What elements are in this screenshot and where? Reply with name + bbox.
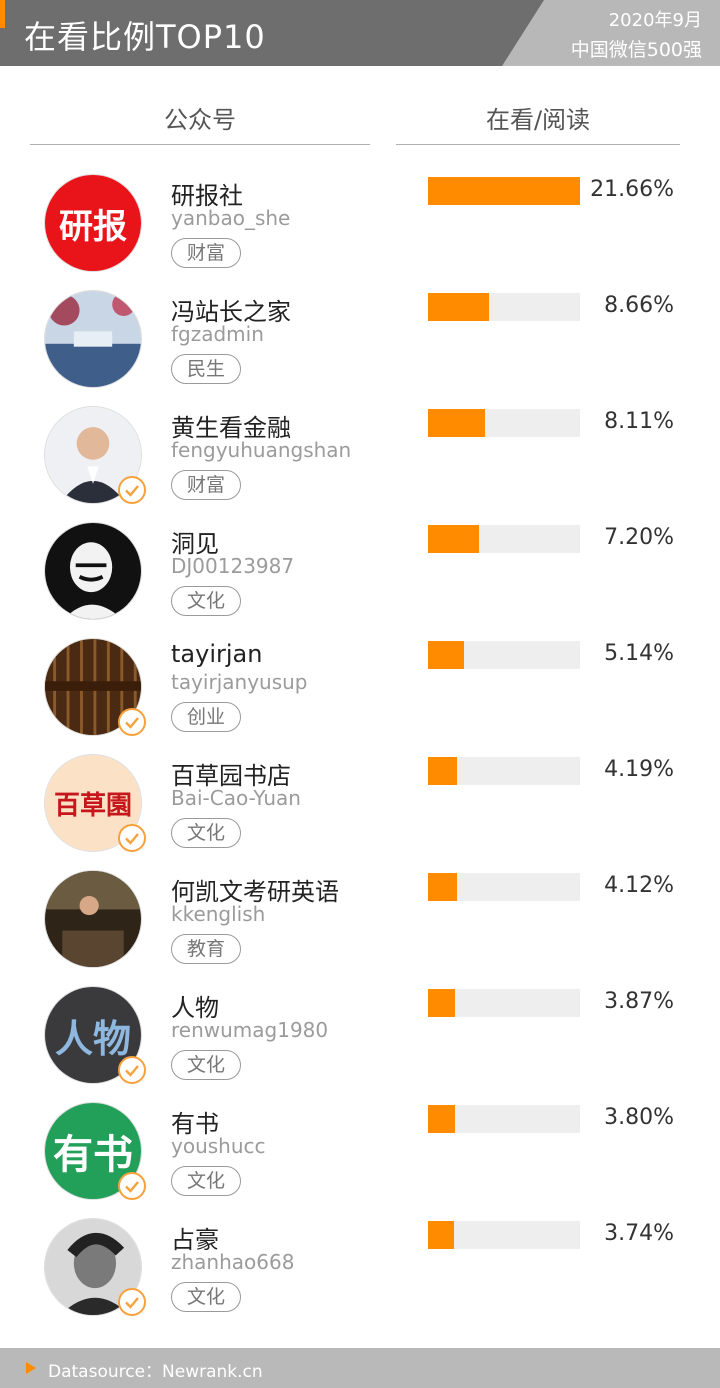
table-row: 有书 有书 youshucc 文化 3.80%	[0, 1100, 720, 1216]
lecture-photo-avatar-icon	[44, 870, 142, 968]
header-subtitle: 中国微信500强	[570, 39, 702, 61]
bar-track	[428, 757, 580, 785]
verified-check-icon	[118, 708, 146, 736]
bar-track	[428, 293, 580, 321]
page-title: 在看比例TOP10	[24, 18, 266, 56]
header-date: 2020年9月	[608, 10, 702, 31]
column-header-metric: 在看/阅读	[396, 100, 680, 145]
category-tag: 文化	[171, 1166, 241, 1196]
verified-check-icon	[118, 1288, 146, 1316]
bar-fill	[428, 757, 457, 785]
account-name: tayirjan	[171, 640, 263, 668]
bar-track	[428, 409, 580, 437]
verified-check-icon	[118, 824, 146, 852]
bar-fill	[428, 1105, 455, 1133]
bar-value-label: 4.19%	[604, 757, 674, 782]
table-row: tayirjan tayirjanyusup 创业 5.14%	[0, 636, 720, 752]
account-handle: yanbao_she	[171, 206, 291, 230]
table-row: 洞见 DJ00123987 文化 7.20%	[0, 520, 720, 636]
bar-track	[428, 1105, 580, 1133]
bar-fill	[428, 989, 455, 1017]
account-handle: fengyuhuangshan	[171, 438, 352, 462]
header-bar: 在看比例TOP10 2020年9月 中国微信500强	[0, 0, 720, 66]
column-header-account: 公众号	[30, 100, 370, 145]
table-row: 黄生看金融 fengyuhuangshan 财富 8.11%	[0, 404, 720, 520]
category-tag: 文化	[171, 818, 241, 848]
table-row: 占豪 zhanhao668 文化 3.74%	[0, 1216, 720, 1332]
bar-value-label: 5.14%	[604, 641, 674, 666]
account-handle: DJ00123987	[171, 554, 295, 578]
bar-track	[428, 177, 580, 205]
bar-fill	[428, 525, 479, 553]
account-handle: Bai-Cao-Yuan	[171, 786, 301, 810]
footer-triangle-icon	[26, 1362, 36, 1374]
table-row: 百草園 百草园书店 Bai-Cao-Yuan 文化 4.19%	[0, 752, 720, 868]
bar-value-label: 21.66%	[590, 177, 674, 202]
account-handle: renwumag1980	[171, 1018, 329, 1042]
bar-track	[428, 525, 580, 553]
bar-value-label: 8.66%	[604, 293, 674, 318]
bar-value-label: 7.20%	[604, 525, 674, 550]
category-tag: 创业	[171, 702, 241, 732]
verified-check-icon	[118, 1056, 146, 1084]
avatar-logo-text: 研报	[59, 206, 127, 247]
category-tag: 文化	[171, 1050, 241, 1080]
bar-fill	[428, 409, 485, 437]
bar-value-label: 4.12%	[604, 873, 674, 898]
bar-fill	[428, 293, 489, 321]
data-source-label: Datasource：Newrank.cn	[48, 1362, 263, 1382]
footer-bar: Datasource：Newrank.cn	[0, 1348, 720, 1388]
header-accent	[0, 0, 5, 28]
category-tag: 民生	[171, 354, 241, 384]
landscape-photo-avatar-icon	[44, 290, 142, 388]
bar-track	[428, 1221, 580, 1249]
category-tag: 文化	[171, 586, 241, 616]
bar-fill	[428, 1221, 454, 1249]
category-tag: 财富	[171, 238, 241, 268]
verified-check-icon	[118, 1172, 146, 1200]
account-handle: kkenglish	[171, 902, 266, 926]
bar-value-label: 8.11%	[604, 409, 674, 434]
bar-track	[428, 641, 580, 669]
bar-value-label: 3.74%	[604, 1221, 674, 1246]
verified-check-icon	[118, 476, 146, 504]
table-row: 人物 人物 renwumag1980 文化 3.87%	[0, 984, 720, 1100]
category-tag: 教育	[171, 934, 241, 964]
bar-value-label: 3.87%	[604, 989, 674, 1014]
woodcut-portrait-avatar-icon	[44, 522, 142, 620]
table-row: 何凯文考研英语 kkenglish 教育 4.12%	[0, 868, 720, 984]
account-handle: tayirjanyusup	[171, 670, 308, 694]
table-row: 冯站长之家 fgzadmin 民生 8.66%	[0, 288, 720, 404]
bar-value-label: 3.80%	[604, 1105, 674, 1130]
account-handle: youshucc	[171, 1134, 266, 1158]
bar-fill	[428, 177, 580, 205]
bar-track	[428, 873, 580, 901]
account-handle: zhanhao668	[171, 1250, 295, 1274]
account-handle: fgzadmin	[171, 322, 264, 346]
category-tag: 财富	[171, 470, 241, 500]
bar-fill	[428, 873, 457, 901]
text-logo-avatar-icon: 研报	[44, 174, 142, 272]
bar-fill	[428, 641, 464, 669]
bar-track	[428, 989, 580, 1017]
category-tag: 文化	[171, 1282, 241, 1312]
table-row: 研报 研报社 yanbao_she 财富 21.66%	[0, 172, 720, 288]
